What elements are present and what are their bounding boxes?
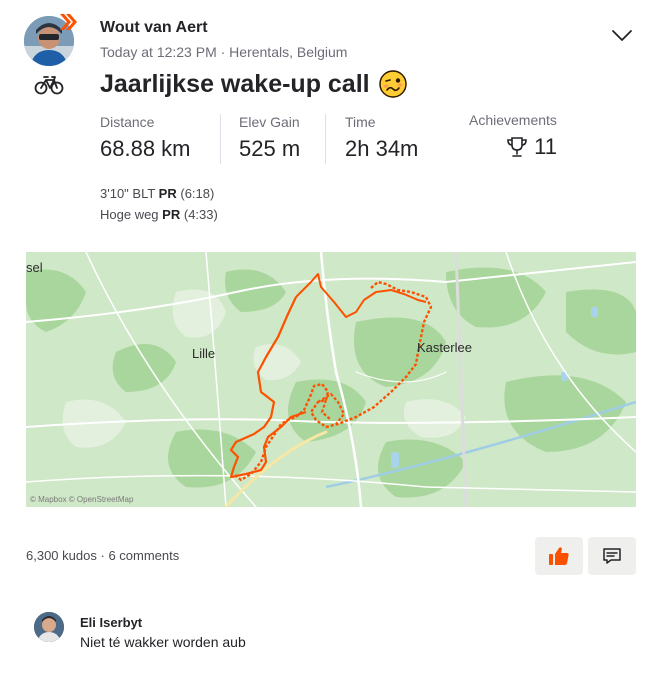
athlete-name[interactable]: Wout van Aert xyxy=(100,19,208,37)
stat-time-label: Time xyxy=(345,114,376,130)
stat-achievements[interactable]: Achievements 11 xyxy=(469,112,557,160)
commenter-avatar[interactable] xyxy=(34,612,64,642)
activity-title[interactable]: Jaarlijkse wake-up call xyxy=(100,70,370,99)
stat-elev-label: Elev Gain xyxy=(239,114,300,130)
stat-distance: Distance 68.88 km xyxy=(100,114,191,162)
trophy-icon xyxy=(507,137,527,157)
stat-time: Time 2h 34m xyxy=(345,114,418,162)
segment-name: Hoge weg xyxy=(100,207,159,222)
stat-elev-value: 525 m xyxy=(239,136,301,161)
thumbs-up-icon xyxy=(549,547,569,565)
stat-achievements-label: Achievements xyxy=(469,112,557,128)
stat-achievements-value-row: 11 xyxy=(469,134,557,160)
segment-time: (6:18) xyxy=(180,186,215,201)
route-map[interactable]: sel Lille Kasterlee © Mapbox © OpenStree… xyxy=(26,252,636,507)
map-label-kasterlee: Kasterlee xyxy=(417,340,472,355)
pr-badge: PR xyxy=(162,207,181,222)
map-label-lille: Lille xyxy=(192,346,216,361)
segment-row[interactable]: Hoge weg PR (4:33) xyxy=(100,207,218,222)
map-label-left-edge: sel xyxy=(26,260,43,275)
segment-time: (4:33) xyxy=(183,207,218,222)
stat-achievements-value: 11 xyxy=(534,134,557,159)
stat-divider xyxy=(220,114,221,164)
stat-time-value: 2h 34m xyxy=(345,136,419,161)
bike-icon xyxy=(34,76,64,95)
segment-name: 3'10" BLT xyxy=(100,186,156,201)
map-credit: © Mapbox © OpenStreetMap xyxy=(30,495,134,504)
activity-title-row: Jaarlijkse wake-up call xyxy=(100,69,408,99)
commenter-name[interactable]: Eli Iserbyt xyxy=(80,615,142,630)
stat-divider xyxy=(325,114,326,164)
segment-row[interactable]: 3'10" BLT PR (6:18) xyxy=(100,186,214,201)
kudos-line: 6,300 kudos · 6 comments xyxy=(26,548,179,563)
activity-meta: Today at 12:23 PM · Herentals, Belgium xyxy=(100,44,348,60)
stat-elev: Elev Gain 525 m xyxy=(239,114,300,162)
pr-badge: PR xyxy=(158,186,177,201)
comment-button[interactable] xyxy=(588,537,636,575)
chevron-down-icon[interactable] xyxy=(610,28,634,44)
separator: · xyxy=(100,548,105,563)
kudos-button[interactable] xyxy=(535,537,583,575)
stat-distance-value: 68.88 km xyxy=(100,136,191,161)
map-canvas xyxy=(26,252,636,507)
comment-text: Niet té wakker worden aub xyxy=(80,634,246,650)
stat-distance-label: Distance xyxy=(100,114,155,130)
comment-icon xyxy=(603,548,621,564)
athlete-badge-icon xyxy=(60,14,77,30)
woozy-face-emoji-icon xyxy=(378,70,407,98)
kudos-count[interactable]: 6,300 kudos xyxy=(26,548,97,563)
comment-count[interactable]: 6 comments xyxy=(108,548,179,563)
